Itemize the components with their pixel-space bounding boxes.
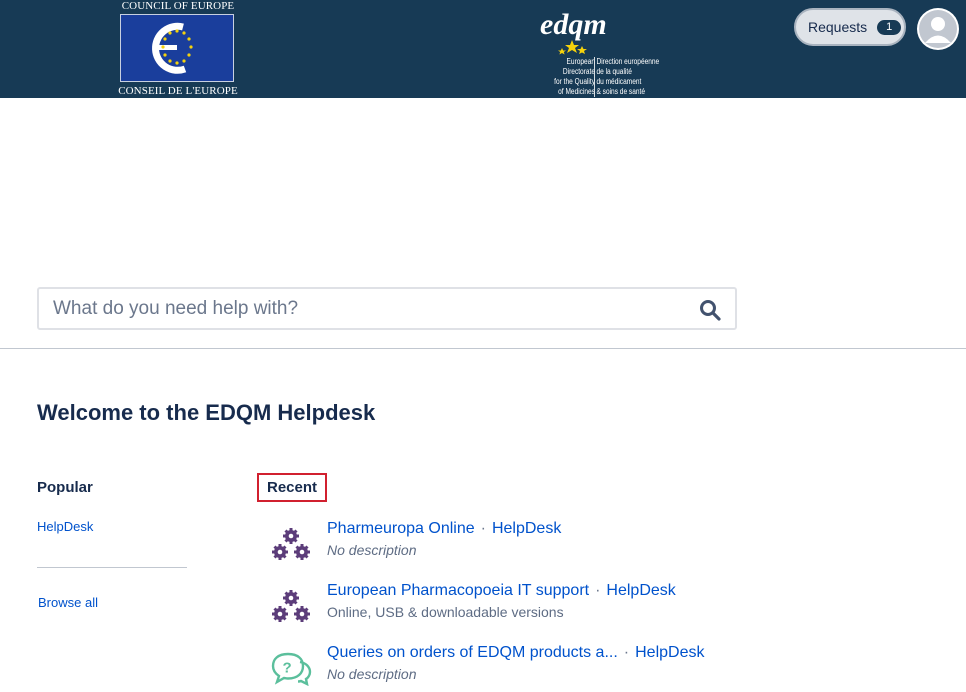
- requests-button[interactable]: Requests 1: [794, 8, 906, 46]
- recent-item-description: No description: [327, 542, 417, 558]
- coe-emblem-icon: [152, 22, 193, 74]
- edqm-wordmark: edqm: [540, 8, 607, 55]
- edqm-english-name: European Directorate for the Quality of …: [554, 57, 595, 106]
- recent-item-project-link[interactable]: HelpDesk: [606, 582, 675, 599]
- council-of-europe-logo[interactable]: COUNCIL OF EUROPE CONSEIL DE L'EUROPE: [118, 0, 238, 98]
- search-icon[interactable]: [699, 299, 721, 321]
- recent-item-description: No description: [327, 666, 417, 682]
- search-box: [37, 287, 737, 330]
- question-chat-icon: ?: [271, 652, 312, 686]
- recent-item-project-link[interactable]: HelpDesk: [635, 644, 704, 661]
- svg-text:?: ?: [283, 660, 292, 677]
- recent-item[interactable]: Pharmeuropa Online · HelpDesk No descripti…: [270, 520, 790, 568]
- recent-item-project-link[interactable]: HelpDesk: [492, 520, 561, 537]
- recent-item-name-link[interactable]: Queries on orders of EDQM products a...: [327, 644, 618, 661]
- popular-heading: Popular: [37, 479, 93, 496]
- edqm-wordmark-text: edqm: [540, 8, 607, 41]
- separator-dot: ·: [595, 582, 601, 599]
- popular-divider: [37, 567, 187, 568]
- gears-icon: [272, 590, 310, 622]
- requests-count-badge: 1: [877, 19, 902, 35]
- recent-item-name-link[interactable]: Pharmeuropa Online: [327, 520, 475, 537]
- coe-top-text: COUNCIL OF EUROPE: [121, 0, 235, 12]
- browse-all-link[interactable]: Browse all: [38, 595, 98, 610]
- search-divider: [0, 348, 966, 349]
- site-header: COUNCIL OF EUROPE CONSEIL DE L'EUROPE ed…: [0, 0, 966, 106]
- recent-heading: Recent: [257, 473, 327, 502]
- user-avatar-icon: [919, 10, 957, 48]
- edqm-french-name: Direction européenne de la qualité du mé…: [594, 57, 662, 97]
- recent-item-title: Queries on orders of EDQM products a... ·…: [327, 644, 704, 662]
- recent-item[interactable]: ? Queries on orders of EDQM products a..…: [270, 644, 790, 692]
- edqm-logo[interactable]: edqm European Directorate for the Qualit…: [520, 4, 665, 106]
- page-title: Welcome to the EDQM Helpdesk: [37, 400, 376, 425]
- recent-item-title: European Pharmacopoeia IT support · HelpDe…: [327, 582, 676, 600]
- gears-icon: [272, 528, 310, 560]
- recent-item-name-link[interactable]: European Pharmacopoeia IT support: [327, 582, 589, 599]
- search-input[interactable]: [53, 297, 673, 321]
- popular-item-helpdesk[interactable]: HelpDesk: [37, 519, 93, 534]
- recent-item[interactable]: European Pharmacopoeia IT support · HelpDe…: [270, 582, 790, 630]
- coe-flag: [120, 14, 234, 82]
- requests-label: Requests: [808, 19, 868, 35]
- coe-bottom-text: CONSEIL DE L'EUROPE: [118, 85, 238, 97]
- separator-dot: ·: [623, 644, 630, 661]
- recent-item-title: Pharmeuropa Online · HelpDesk: [327, 520, 561, 538]
- recent-item-description: Online, USB & downloadable versions: [327, 604, 564, 620]
- separator-dot: ·: [480, 520, 486, 537]
- user-avatar[interactable]: [917, 8, 959, 50]
